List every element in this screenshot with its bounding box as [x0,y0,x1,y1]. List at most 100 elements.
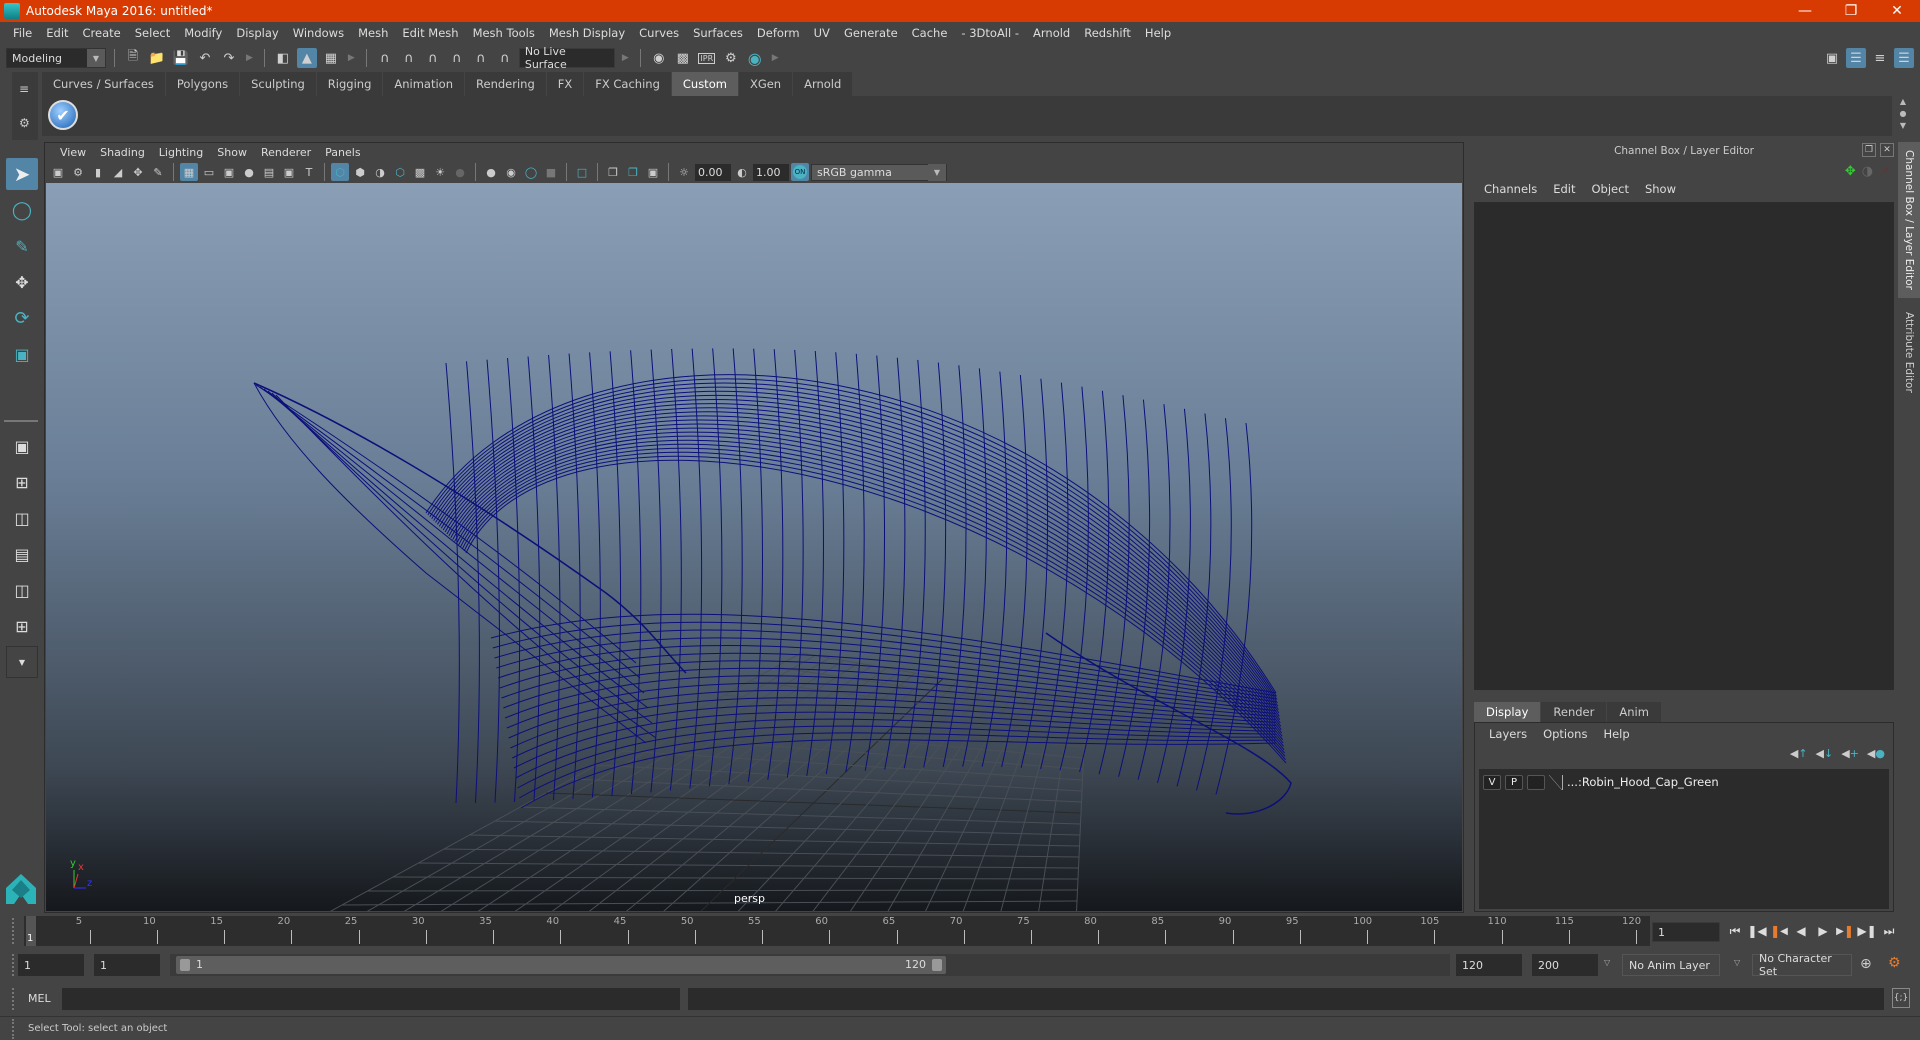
four-view-layout[interactable]: ⊞ [6,466,38,498]
layer-menu-layers[interactable]: Layers [1481,727,1535,741]
attribute-editor-toggle[interactable]: ☰ [1846,48,1866,68]
end-time-field[interactable]: 200 [1532,954,1598,976]
menu-windows[interactable]: Windows [286,26,351,40]
channel-box-menu-channels[interactable]: Channels [1476,182,1545,196]
collapse-arrow-icon[interactable]: ▶ [772,53,779,63]
hypershade-button[interactable]: ◉ [745,48,765,68]
menu-mesh-display[interactable]: Mesh Display [542,26,632,40]
hypershade-persp-layout[interactable]: ◫ [6,574,38,606]
side-tab-attribute-editor[interactable]: Attribute Editor [1898,304,1920,404]
collapse-arrow-icon[interactable]: ▶ [622,53,629,63]
menu-display[interactable]: Display [229,26,285,40]
menu-modify[interactable]: Modify [177,26,229,40]
close-panel-button[interactable]: ✕ [1880,143,1894,157]
viewport-menu-shading[interactable]: Shading [93,146,152,159]
tool-settings-toggle[interactable]: ≡ [1870,48,1890,68]
grid-toggle[interactable]: ▦ [180,163,198,181]
modeling-toolkit-button[interactable]: ▣ [1822,48,1842,68]
snap-point-button[interactable]: ∩ [423,48,443,68]
isolate-select-button[interactable]: □ [573,163,591,181]
collapse-arrow-icon[interactable]: ▶ [348,53,355,63]
anim-layer-dropdown[interactable]: No Anim Layer [1622,954,1720,976]
2d-pan-zoom-button[interactable]: ✥ [129,163,147,181]
viewport-menu-show[interactable]: Show [210,146,254,159]
viewport-menu-panels[interactable]: Panels [318,146,367,159]
collapse-arrow-icon[interactable]: ▶ [246,53,253,63]
layer-visibility-toggle[interactable]: V [1483,774,1501,790]
3d-viewport[interactable]: y x z persp [46,183,1462,911]
shelf-scroll[interactable]: ▲ ● ▼ [1896,96,1910,136]
smooth-shade-toggle[interactable]: ⬢ [351,163,369,181]
float-panel-button[interactable]: ❐ [1862,143,1876,157]
snap-grid-button[interactable]: ∩ [375,48,395,68]
menu-mesh[interactable]: Mesh [351,26,395,40]
color-management-toggle[interactable]: ON [791,163,809,181]
channel-box-menu-show[interactable]: Show [1637,182,1684,196]
motion-blur-toggle[interactable]: ◉ [502,163,520,181]
start-time-field[interactable]: 1 [18,954,84,976]
play-forwards-button[interactable]: ▶ [1814,920,1832,942]
menu-uv[interactable]: UV [807,26,837,40]
viewport-menu-renderer[interactable]: Renderer [254,146,318,159]
go-to-start-button[interactable]: ⏮ [1726,920,1744,942]
use-all-lights-toggle[interactable]: ☀ [431,163,449,181]
snap-curve-button[interactable]: ∩ [399,48,419,68]
help-grip[interactable] [12,1019,16,1039]
shelf-tab-fx[interactable]: FX [546,72,584,96]
shelf-tab-animation[interactable]: Animation [383,72,465,96]
shelf-tab-curves-surfaces[interactable]: Curves / Surfaces [42,72,165,96]
shelf-tab-xgen[interactable]: XGen [738,72,793,96]
film-gate-toggle[interactable]: ▭ [200,163,218,181]
image-plane-button[interactable]: ◢ [109,163,127,181]
make-live-button[interactable]: ∩ [471,48,491,68]
menu-edit[interactable]: Edit [39,26,75,40]
ipr-render-button[interactable]: IPR [697,48,717,68]
gamma-field[interactable]: 1.00 [753,163,789,181]
bookmark-button[interactable]: ▮ [89,163,107,181]
time-slider[interactable]: 1 5 10 15 20 25 30 35 40 45 50 55 60 65 70 75 80 85 90 95 1… [24,916,1650,946]
xray-active-toggle[interactable]: ❐ [624,163,642,181]
scale-tool[interactable]: ▣ [6,338,38,370]
channel-box-toggle[interactable]: ☰ [1894,48,1914,68]
menu-edit-mesh[interactable]: Edit Mesh [395,26,465,40]
open-scene-button[interactable]: 📁 [147,48,167,68]
range-grip[interactable] [12,954,16,976]
shelf-tab-custom[interactable]: Custom [671,72,738,96]
range-start-handle[interactable] [180,959,190,971]
go-to-end-button[interactable]: ⏭ [1880,920,1898,942]
layer-name[interactable]: ...:Robin_Hood_Cap_Green [1567,775,1719,789]
move-tool[interactable]: ✥ [6,266,38,298]
range-slider[interactable]: 1 120 [176,956,946,974]
menu-3dtoall[interactable]: - 3DtoAll - [954,26,1026,40]
step-forward-key-button[interactable]: ▶❚ [1857,920,1876,942]
paint-select-tool[interactable]: ✎ [6,230,38,262]
layer-color-swatch-icon[interactable] [1549,774,1563,790]
shelf-tab-sculpting[interactable]: Sculpting [240,72,316,96]
exposure-field[interactable]: 0.00 [695,163,731,181]
shelf-tab-arnold[interactable]: Arnold [793,72,853,96]
range-end-handle[interactable] [932,959,942,971]
layer-menu-options[interactable]: Options [1535,727,1595,741]
select-camera-button[interactable]: ▣ [49,163,67,181]
hyper-icon[interactable]: ↗ [1879,164,1890,179]
new-scene-button[interactable]: 🗎 [123,48,143,68]
character-set-chevron-icon[interactable]: ▽ [1734,958,1740,967]
new-empty-layer-icon[interactable]: ◀+ [1841,747,1859,760]
render-settings-button[interactable]: ⚙ [721,48,741,68]
step-back-key-button[interactable]: ❚◀ [1747,920,1766,942]
gamma-button[interactable]: ◐ [733,163,751,181]
channel-box-body[interactable] [1474,202,1894,690]
resolution-gate-toggle[interactable]: ▣ [220,163,238,181]
snap-surface-button[interactable]: ∩ [495,48,515,68]
layer-tab-render[interactable]: Render [1541,702,1607,722]
menu-redshift[interactable]: Redshift [1077,26,1138,40]
timeline-grip[interactable] [12,918,16,944]
current-frame-field[interactable]: 1 [1652,922,1720,942]
shelf-tab-rendering[interactable]: Rendering [465,72,546,96]
layer-row[interactable]: V P ...:Robin_Hood_Cap_Green [1483,773,1719,791]
layer-display-type-toggle[interactable] [1527,774,1545,790]
lasso-tool[interactable]: ◯ [6,194,38,226]
exposure-button[interactable]: ☼ [675,163,693,181]
depth-of-field-toggle[interactable]: ■ [542,163,560,181]
save-scene-button[interactable]: 💾 [171,48,191,68]
